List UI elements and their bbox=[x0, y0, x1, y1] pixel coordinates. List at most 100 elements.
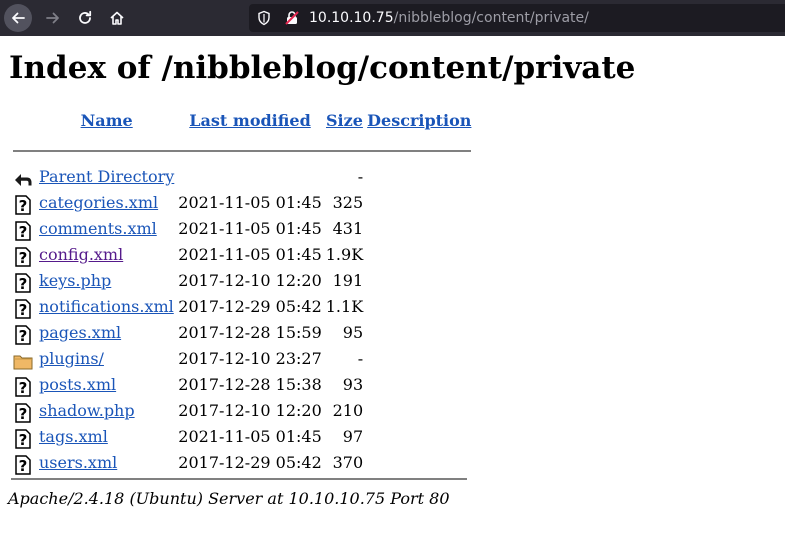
file-size: 97 bbox=[342, 427, 364, 446]
footer-divider bbox=[11, 478, 467, 480]
file-rows: ? categories.xml 2021-11-05 01:45 325? comme… bbox=[12, 190, 472, 476]
file-link[interactable]: keys.php bbox=[39, 271, 111, 290]
table-row: ? users.xml 2017-12-29 05:42 370 bbox=[12, 450, 472, 476]
arrow-left-icon bbox=[12, 12, 25, 24]
file-size: 93 bbox=[342, 375, 364, 394]
table-row: ? categories.xml 2021-11-05 01:45 325 bbox=[12, 190, 472, 216]
file-link[interactable]: pages.xml bbox=[39, 323, 121, 342]
file-modified: 2021-11-05 01:45 bbox=[178, 427, 322, 446]
file-description bbox=[366, 398, 472, 424]
svg-text:?: ? bbox=[19, 405, 28, 423]
home-icon bbox=[110, 11, 124, 25]
unknown-file-icon: ? bbox=[15, 246, 31, 267]
page-title: Index of /nibbleblog/content/private bbox=[9, 50, 636, 86]
unknown-file-icon: ? bbox=[15, 454, 31, 475]
unknown-file-icon: ? bbox=[15, 324, 31, 345]
table-row: ? notifications.xml 2017-12-29 05:42 1.1K bbox=[12, 294, 472, 320]
file-link[interactable]: shadow.php bbox=[39, 401, 135, 420]
file-description bbox=[366, 372, 472, 398]
file-description bbox=[366, 294, 472, 320]
unknown-file-icon: ? bbox=[15, 428, 31, 449]
table-row: ? posts.xml 2017-12-28 15:38 93 bbox=[12, 372, 472, 398]
arrow-right-icon bbox=[46, 12, 59, 24]
unknown-file-icon: ? bbox=[15, 298, 31, 319]
file-size: 325 bbox=[332, 193, 364, 212]
file-modified: 2021-11-05 01:45 bbox=[178, 245, 322, 264]
file-link[interactable]: plugins/ bbox=[39, 349, 104, 368]
sort-by-modified-link[interactable]: Last modified bbox=[189, 111, 310, 130]
file-description bbox=[366, 268, 472, 294]
file-modified: 2021-11-05 01:45 bbox=[178, 193, 322, 212]
svg-text:?: ? bbox=[19, 223, 28, 241]
svg-text:?: ? bbox=[19, 301, 28, 319]
table-row: plugins/2017-12-10 23:27 - bbox=[12, 346, 472, 372]
back-arrow-icon bbox=[15, 173, 32, 186]
icon-header bbox=[12, 108, 36, 138]
insecure-lock-icon[interactable] bbox=[284, 10, 300, 26]
file-link[interactable]: notifications.xml bbox=[39, 297, 174, 316]
table-row: ? keys.php 2017-12-10 12:20 191 bbox=[12, 268, 472, 294]
file-description bbox=[366, 346, 472, 372]
file-size: 1.1K bbox=[325, 297, 364, 316]
file-link[interactable]: tags.xml bbox=[39, 427, 108, 446]
file-description bbox=[366, 450, 472, 476]
unknown-file-icon: ? bbox=[15, 220, 31, 241]
table-row: ? shadow.php 2017-12-10 12:20 210 bbox=[12, 398, 472, 424]
file-modified: 2017-12-28 15:59 bbox=[178, 323, 322, 342]
address-bar[interactable]: 10.10.10.75/nibbleblog/content/private/ bbox=[249, 4, 785, 32]
file-link[interactable]: posts.xml bbox=[39, 375, 116, 394]
file-size: - bbox=[357, 349, 364, 368]
folder-icon bbox=[13, 355, 33, 369]
file-link[interactable]: users.xml bbox=[39, 453, 117, 472]
table-row: ? comments.xml 2021-11-05 01:45 431 bbox=[12, 216, 472, 242]
sort-by-size-link[interactable]: Size bbox=[326, 111, 363, 130]
file-link[interactable]: config.xml bbox=[39, 245, 123, 264]
divider-row bbox=[12, 138, 472, 164]
sort-by-name-link[interactable]: Name bbox=[81, 111, 133, 130]
file-description bbox=[366, 216, 472, 242]
file-size: 370 bbox=[332, 453, 364, 472]
file-modified: 2017-12-28 15:38 bbox=[178, 375, 322, 394]
file-description bbox=[366, 190, 472, 216]
sort-by-description-link[interactable]: Description bbox=[367, 111, 471, 130]
file-size: 210 bbox=[332, 401, 364, 420]
parent-row: Parent Directory - bbox=[12, 164, 472, 190]
unknown-file-icon: ? bbox=[15, 272, 31, 293]
svg-text:?: ? bbox=[19, 197, 28, 215]
svg-text:?: ? bbox=[19, 379, 28, 397]
file-link[interactable]: categories.xml bbox=[39, 193, 158, 212]
svg-text:?: ? bbox=[19, 327, 28, 345]
forward-button[interactable] bbox=[39, 4, 67, 32]
reload-button[interactable] bbox=[71, 4, 99, 32]
file-description bbox=[366, 242, 472, 268]
table-row: ? pages.xml 2017-12-28 15:59 95 bbox=[12, 320, 472, 346]
file-size: 95 bbox=[342, 323, 364, 342]
url-host: 10.10.10.75 bbox=[309, 10, 394, 26]
file-size: 191 bbox=[332, 271, 364, 290]
size-header: Size bbox=[325, 108, 364, 138]
file-modified: 2021-11-05 01:45 bbox=[178, 219, 322, 238]
file-size: 1.9K bbox=[325, 245, 364, 264]
file-description bbox=[366, 424, 472, 450]
header-row: Name Last modified Size Description bbox=[12, 108, 472, 138]
file-link[interactable]: comments.xml bbox=[39, 219, 157, 238]
directory-listing: Name Last modified Size Description Pare… bbox=[10, 108, 474, 476]
header-divider bbox=[13, 150, 472, 152]
file-modified: 2017-12-10 23:27 bbox=[178, 349, 322, 368]
name-header: Name bbox=[38, 108, 175, 138]
file-description bbox=[366, 320, 472, 346]
table-row: ? config.xml 2021-11-05 01:45 1.9K bbox=[12, 242, 472, 268]
shield-icon[interactable] bbox=[256, 10, 272, 26]
table-row: ? tags.xml 2021-11-05 01:45 97 bbox=[12, 424, 472, 450]
svg-text:?: ? bbox=[19, 249, 28, 267]
description-header: Description bbox=[366, 108, 472, 138]
url-text[interactable]: 10.10.10.75/nibbleblog/content/private/ bbox=[309, 4, 589, 32]
file-modified: 2017-12-10 12:20 bbox=[178, 401, 322, 420]
home-button[interactable] bbox=[103, 4, 131, 32]
unknown-file-icon: ? bbox=[15, 194, 31, 215]
parent-directory-link[interactable]: Parent Directory bbox=[39, 167, 174, 186]
svg-text:?: ? bbox=[19, 431, 28, 449]
parent-size: - bbox=[357, 167, 364, 186]
back-button[interactable] bbox=[4, 4, 32, 32]
file-modified: 2017-12-10 12:20 bbox=[178, 271, 322, 290]
